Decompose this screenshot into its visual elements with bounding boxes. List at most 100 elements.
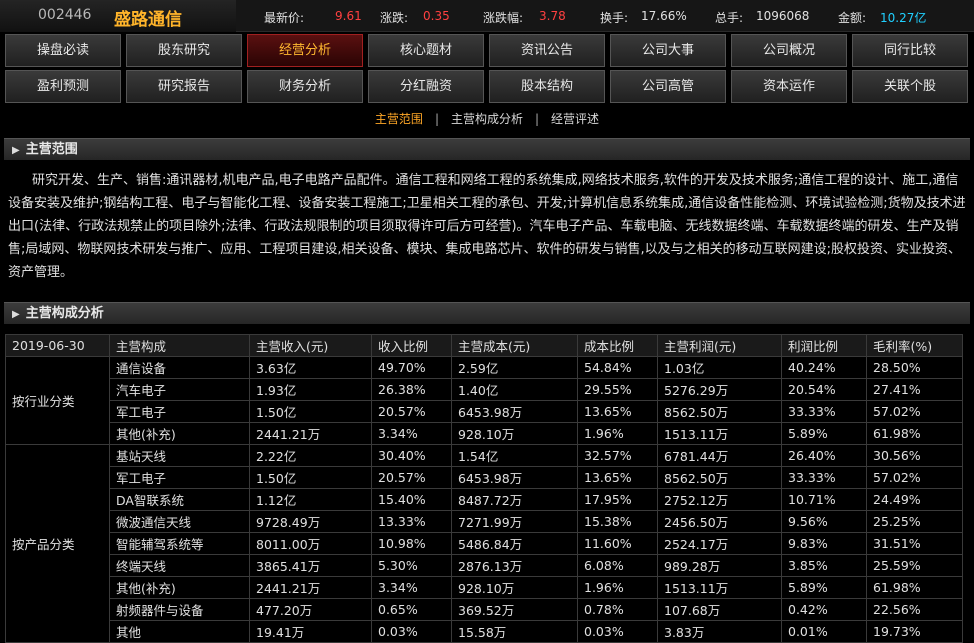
table-cell: 基站天线: [109, 444, 250, 467]
table-row: 汽车电子 1.93亿 26.38% 1.40亿 29.55% 5276.29万 20.54%…: [6, 378, 963, 401]
table-cell: 1.50亿: [249, 466, 372, 489]
table-cell: 1513.11万: [657, 576, 782, 599]
table-cell: 20.54%: [781, 378, 867, 401]
table-cell: 0.42%: [781, 598, 867, 621]
table-cell: 2.22亿: [249, 444, 372, 467]
triangle-icon: ▶: [12, 145, 20, 156]
report-date: 2019-06-30: [5, 334, 110, 357]
quote-value: 10.27亿: [880, 11, 927, 25]
table-cell: 0.78%: [577, 598, 658, 621]
table-cell: 军工电子: [109, 466, 250, 489]
table-cell: 0.03%: [371, 620, 452, 643]
nav-tab[interactable]: 分红融资: [368, 70, 484, 103]
table-cell: 2.59亿: [451, 356, 578, 379]
quote-value: 17.66%: [641, 9, 687, 23]
nav-tab[interactable]: 公司大事: [610, 34, 726, 67]
table-cell: 2752.12万: [657, 488, 782, 511]
table-cell: 25.25%: [866, 510, 963, 533]
nav-tab[interactable]: 盈利预测: [5, 70, 121, 103]
table-cell: 终端天线: [109, 554, 250, 577]
table-cell: 9728.49万: [249, 510, 372, 533]
table-cell: 25.59%: [866, 554, 963, 577]
table-cell: 3.34%: [371, 422, 452, 445]
table-header-row: 2019-06-30 主营构成 主营收入(元) 收入比例 主营成本(元) 成本比例 主营利润…: [5, 334, 963, 357]
nav-tab[interactable]: 财务分析: [247, 70, 363, 103]
nav-tab[interactable]: 股本结构: [489, 70, 605, 103]
group-label: 按行业分类: [5, 356, 110, 445]
table-cell: 2876.13万: [451, 554, 578, 577]
table-cell: 8011.00万: [249, 532, 372, 555]
table-cell: 其他(补充): [109, 576, 250, 599]
table-cell: 49.70%: [371, 356, 452, 379]
table-cell: 2441.21万: [249, 576, 372, 599]
table-row: 按行业分类 通信设备 3.63亿 49.70% 2.59亿 54.84% 1.03亿 40.2…: [5, 356, 963, 445]
table-cell: 2441.21万: [249, 422, 372, 445]
quote-label: 换手:: [600, 11, 629, 25]
nav-tab[interactable]: 资讯公告: [489, 34, 605, 67]
sub-nav-link[interactable]: 经营评述: [551, 112, 599, 126]
quote-label: 涨跌:: [380, 11, 409, 25]
nav-tab[interactable]: 经营分析: [247, 34, 363, 67]
nav-tab[interactable]: 关联个股: [852, 70, 968, 103]
table-cell: 54.84%: [577, 356, 658, 379]
table-cell: 928.10万: [451, 576, 578, 599]
quote-value: 9.61: [335, 9, 362, 23]
nav-tab[interactable]: 核心题材: [368, 34, 484, 67]
table-cell: 微波通信天线: [109, 510, 250, 533]
table-cell: 13.65%: [577, 400, 658, 423]
table-cell: 1.40亿: [451, 378, 578, 401]
table-cell: 928.10万: [451, 422, 578, 445]
table-cell: 29.55%: [577, 378, 658, 401]
nav-tab[interactable]: 资本运作: [731, 70, 847, 103]
table-cell: 其他: [109, 620, 250, 643]
table-cell: 13.65%: [577, 466, 658, 489]
table-cell: 6453.98万: [451, 400, 578, 423]
section-title: 主营范围: [25, 142, 78, 157]
table-cell: 6781.44万: [657, 444, 782, 467]
table-cell: 5486.84万: [451, 532, 578, 555]
nav-tab[interactable]: 股东研究: [126, 34, 242, 67]
stock-name: 盛路通信: [114, 10, 182, 30]
nav-tab[interactable]: 公司高管: [610, 70, 726, 103]
nav-tab[interactable]: 同行比较: [852, 34, 968, 67]
column-header: 收入比例: [371, 334, 452, 357]
table-cell: 57.02%: [866, 400, 963, 423]
table-cell: 989.28万: [657, 554, 782, 577]
group-label: 按产品分类: [5, 444, 110, 643]
table-row: 军工电子 1.50亿 20.57% 6453.98万 13.65% 8562.50万 33.…: [6, 466, 963, 489]
table-cell: 智能辅驾系统等: [109, 532, 250, 555]
table-cell: 15.38%: [577, 510, 658, 533]
table-cell: 1.96%: [577, 422, 658, 445]
table-cell: 8487.72万: [451, 488, 578, 511]
quote-value: 1096068: [756, 9, 810, 23]
section-header-composition[interactable]: ▶ 主营构成分析: [4, 302, 970, 324]
table-row: DA智联系统 1.12亿 15.40% 8487.72万 17.95% 2752.12万 1…: [6, 488, 963, 511]
table-row: 射频器件与设备 477.20万 0.65% 369.52万 0.78% 107.68万 0.…: [6, 598, 963, 621]
table-row: 智能辅驾系统等 8011.00万 10.98% 5486.84万 11.60% 2524.…: [6, 532, 963, 555]
table-cell: 0.01%: [781, 620, 867, 643]
table-cell: 20.57%: [371, 400, 452, 423]
nav-tab[interactable]: 研究报告: [126, 70, 242, 103]
quote-value: 3.78: [539, 9, 566, 23]
table-cell: 17.95%: [577, 488, 658, 511]
column-header: 利润比例: [781, 334, 867, 357]
table-row: 终端天线 3865.41万 5.30% 2876.13万 6.08% 989.28万 3.8…: [6, 554, 963, 577]
table-cell: 2456.50万: [657, 510, 782, 533]
table-cell: 61.98%: [866, 422, 963, 445]
table-cell: 20.57%: [371, 466, 452, 489]
sub-nav-link[interactable]: 主营构成分析: [451, 112, 523, 126]
table-cell: 27.41%: [866, 378, 963, 401]
table-cell: 10.71%: [781, 488, 867, 511]
table-cell: 5276.29万: [657, 378, 782, 401]
nav-tab[interactable]: 公司概况: [731, 34, 847, 67]
section-header-scope[interactable]: ▶ 主营范围: [4, 138, 970, 160]
sub-nav-link[interactable]: 主营范围: [375, 112, 423, 126]
nav-tab[interactable]: 操盘必读: [5, 34, 121, 67]
table-cell: 10.98%: [371, 532, 452, 555]
table-cell: 19.41万: [249, 620, 372, 643]
table-cell: 11.60%: [577, 532, 658, 555]
separator: |: [434, 112, 439, 126]
table-cell: 3.34%: [371, 576, 452, 599]
quote-label: 金额:: [838, 11, 867, 25]
column-header: 主营构成: [109, 334, 250, 357]
